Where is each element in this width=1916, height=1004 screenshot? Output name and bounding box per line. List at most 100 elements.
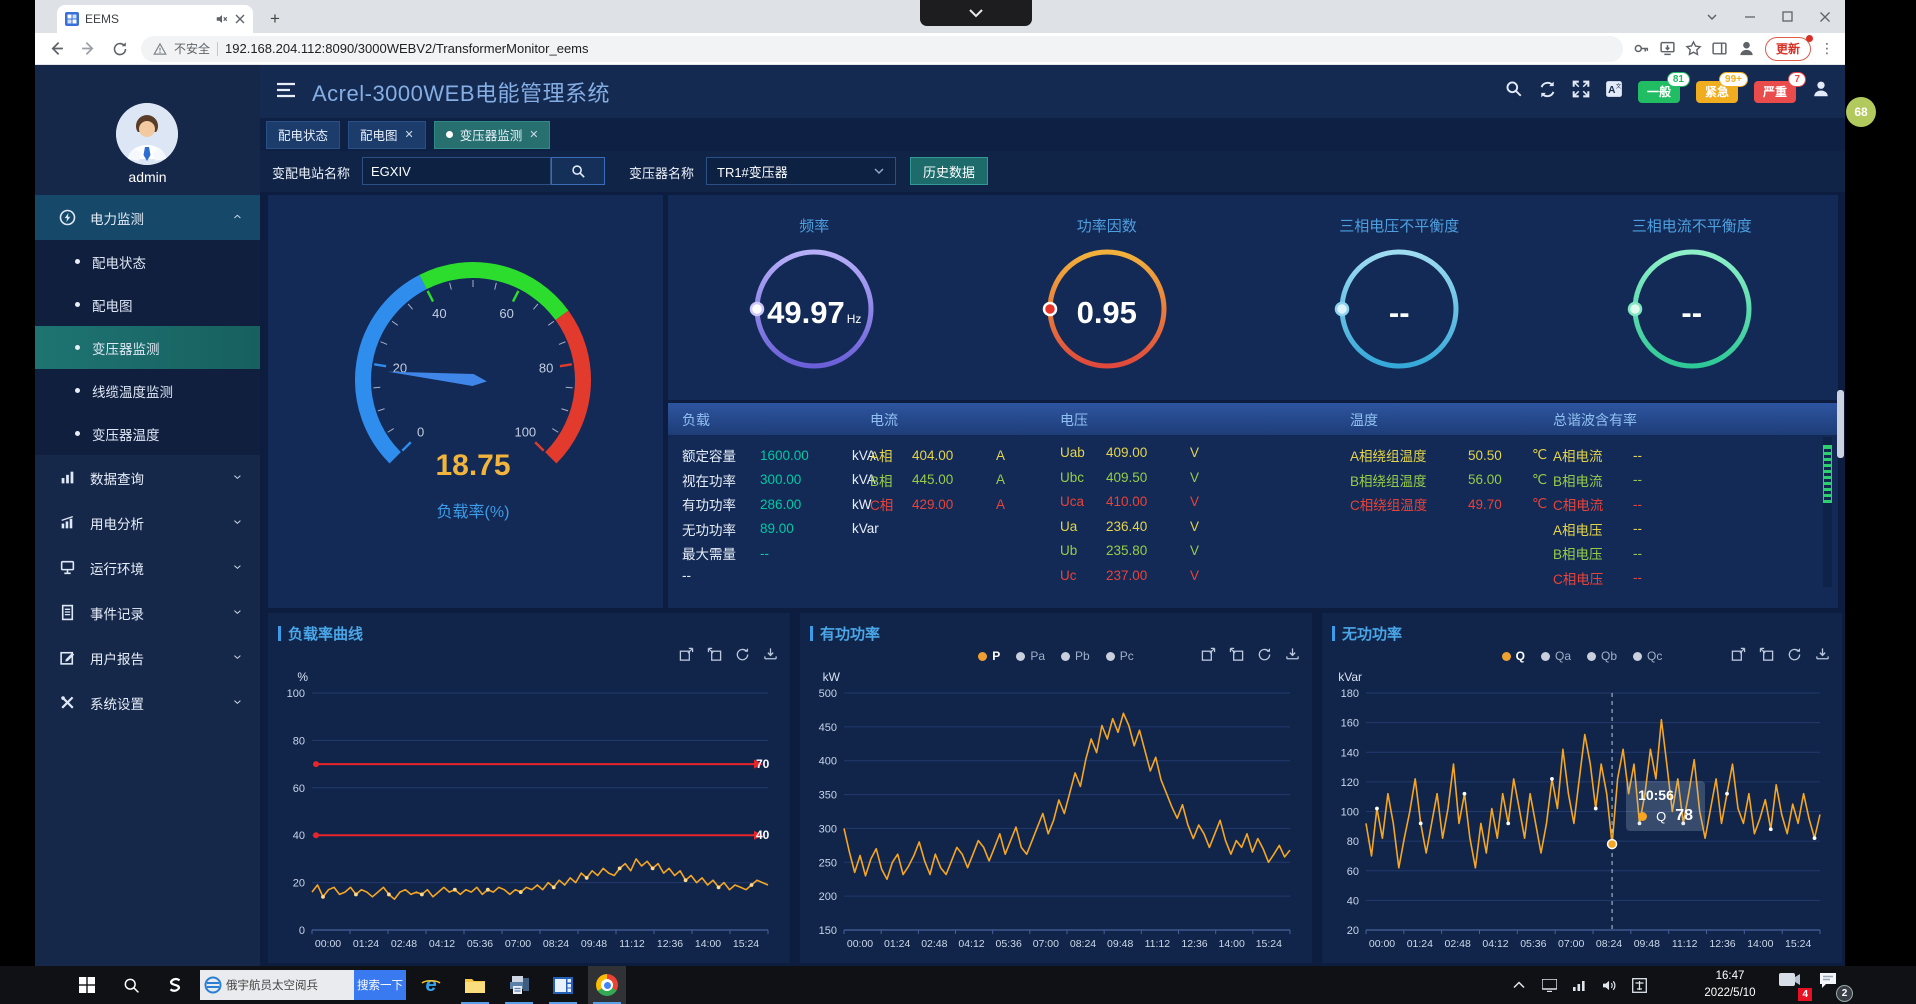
table-row: -- <box>682 568 852 583</box>
toolbox-download-icon[interactable] <box>1815 647 1830 662</box>
header-search-icon[interactable] <box>1505 80 1523 103</box>
toolbox-dataview-icon[interactable] <box>1759 647 1774 662</box>
toolbox-datazoom-icon[interactable] <box>1201 647 1216 662</box>
omnibox[interactable]: 不安全 192.168.204.112:8090/3000WEBV2/Trans… <box>141 36 1623 62</box>
toolbox-download-icon[interactable] <box>763 647 778 662</box>
chrome-taskbar-icon[interactable] <box>588 966 626 1004</box>
toolbox-datazoom-icon[interactable] <box>1731 647 1746 662</box>
file-explorer-icon[interactable] <box>456 966 494 1004</box>
bookmark-star-icon[interactable] <box>1685 40 1702 57</box>
sidebar-item-data-query[interactable]: 数据查询 <box>35 455 260 500</box>
tab-close-icon[interactable] <box>235 14 245 24</box>
tray-input-icon[interactable] <box>1626 966 1652 1004</box>
user-avatar[interactable] <box>116 103 178 165</box>
tray-volume-icon[interactable] <box>1596 966 1622 1004</box>
sogou-app-icon[interactable] <box>156 966 194 1004</box>
ie-taskbar-icon[interactable]: e <box>412 966 450 1004</box>
toolbox-restore-icon[interactable] <box>1787 647 1802 662</box>
alarm-badge-urgent[interactable]: 紧急99+ <box>1696 81 1738 103</box>
tab-search-chevron-icon[interactable] <box>1706 11 1718 23</box>
svg-text:%: % <box>297 670 308 684</box>
toolbox-datazoom-icon[interactable] <box>679 647 694 662</box>
sidebar-item-system-settings[interactable]: 系统设置 <box>35 680 260 725</box>
svg-text:kVar: kVar <box>1338 670 1362 684</box>
chrome-update-button[interactable]: 更新 <box>1765 37 1811 61</box>
toolbox-dataview-icon[interactable] <box>707 647 722 662</box>
legend-item-Q[interactable]: Q <box>1502 649 1525 663</box>
header-user-icon[interactable] <box>1811 79 1831 104</box>
legend-item-P[interactable]: P <box>978 649 1000 663</box>
legend-item-Pb[interactable]: Pb <box>1061 649 1090 663</box>
window-minimize-icon[interactable] <box>1744 11 1756 23</box>
float-badge[interactable]: 68 <box>1846 97 1876 127</box>
sidebar-item-dist-status[interactable]: 配电状态 <box>35 240 260 283</box>
tray-display-icon[interactable] <box>1536 966 1562 1004</box>
translate-icon[interactable]: A文 <box>1605 80 1623 103</box>
printer-app-icon[interactable] <box>500 966 538 1004</box>
transformer-select[interactable]: TR1#变压器 <box>706 157 896 185</box>
taskbar-search-icon[interactable] <box>112 966 150 1004</box>
legend-item-Pa[interactable]: Pa <box>1016 649 1045 663</box>
alarm-badge-critical[interactable]: 严重7 <box>1754 81 1796 103</box>
toolbox-download-icon[interactable] <box>1285 647 1300 662</box>
toolbox-restore-icon[interactable] <box>1257 647 1272 662</box>
taskbar-search-go-button[interactable]: 搜索一下 <box>354 970 406 1000</box>
window-maximize-icon[interactable] <box>1782 11 1793 22</box>
browser-tab[interactable]: EEMS <box>57 5 253 33</box>
tray-expand-icon[interactable] <box>1506 966 1532 1004</box>
sidebar-item-label: 数据查询 <box>90 468 144 488</box>
sidebar-item-user-report[interactable]: 用户报告 <box>35 635 260 680</box>
reload-button[interactable] <box>109 38 131 60</box>
sidebar-item-transformer-temp[interactable]: 变压器温度 <box>35 412 260 455</box>
taskbar-clock[interactable]: 16:47 2022/5/10 <box>1688 968 1772 1002</box>
toolbox-dataview-icon[interactable] <box>1229 647 1244 662</box>
tab-chip-close-icon[interactable]: ✕ <box>405 128 414 141</box>
legend-item-Qb[interactable]: Qb <box>1587 649 1617 663</box>
legend-item-Pc[interactable]: Pc <box>1106 649 1134 663</box>
profile-avatar-icon[interactable] <box>1737 39 1756 58</box>
tab-chip-transformer-monitor[interactable]: 变压器监测✕ <box>434 121 551 149</box>
password-key-icon[interactable] <box>1633 40 1650 57</box>
table-scrollbar[interactable] <box>1823 437 1832 587</box>
alarm-badge-general[interactable]: 一般81 <box>1638 81 1680 103</box>
window-close-icon[interactable] <box>1819 11 1831 23</box>
tab-chip-close-icon[interactable]: ✕ <box>529 128 538 141</box>
forward-button[interactable] <box>77 38 99 60</box>
tray-chat-badge-icon[interactable]: 2 <box>1818 971 1848 999</box>
tab-chip-dist-diagram[interactable]: 配电图✕ <box>348 121 426 149</box>
tray-network-icon[interactable] <box>1566 966 1592 1004</box>
tab-mute-icon[interactable] <box>215 12 229 26</box>
start-button-icon[interactable] <box>68 966 106 1004</box>
header-refresh-icon[interactable] <box>1538 80 1557 104</box>
kpi-power-factor: 功率因数0.95 <box>961 195 1254 400</box>
table-row: Ua236.40V <box>1060 519 1199 534</box>
side-panel-icon[interactable] <box>1711 40 1728 57</box>
tab-chip-dist-status[interactable]: 配电状态 <box>266 121 340 149</box>
taskbar-search-box[interactable]: 俄宇航员太空阅兵 搜索一下 <box>200 970 406 1000</box>
media-app-icon[interactable] <box>544 966 582 1004</box>
screen-share-toolbar[interactable] <box>920 0 1032 26</box>
sidebar-item-transformer-monitor[interactable]: 变压器监测 <box>35 326 260 369</box>
legend-item-Qa[interactable]: Qa <box>1541 649 1571 663</box>
station-search-input[interactable] <box>362 157 551 185</box>
sidebar-item-cable-temp-monitor[interactable]: 线缆温度监测 <box>35 369 260 412</box>
history-data-button[interactable]: 历史数据 <box>910 157 988 185</box>
sidebar-item-run-env[interactable]: 运行环境 <box>35 545 260 590</box>
install-app-icon[interactable] <box>1659 40 1676 57</box>
legend-item-Qc[interactable]: Qc <box>1633 649 1662 663</box>
fullscreen-icon[interactable] <box>1572 80 1590 103</box>
toolbox-restore-icon[interactable] <box>735 647 750 662</box>
tray-app-badge-icon[interactable]: 4 <box>1778 971 1808 999</box>
sidebar-item-dist-diagram[interactable]: 配电图 <box>35 283 260 326</box>
new-tab-button[interactable]: + <box>263 7 287 31</box>
sidebar-item-event-log[interactable]: 事件记录 <box>35 590 260 635</box>
page-scrollbar[interactable] <box>1837 390 1844 458</box>
sidebar-item-power-analysis[interactable]: 用电分析 <box>35 500 260 545</box>
station-search-button[interactable] <box>551 157 605 185</box>
browser-menu-icon[interactable]: ⋮ <box>1820 40 1835 57</box>
back-button[interactable] <box>45 38 67 60</box>
table-scrollbar-thumb[interactable] <box>1823 445 1832 503</box>
table-cell-unit: V <box>1190 470 1199 485</box>
sidebar-item-power-monitor[interactable]: 电力监测 <box>35 195 260 240</box>
hamburger-menu-icon[interactable] <box>276 81 296 104</box>
